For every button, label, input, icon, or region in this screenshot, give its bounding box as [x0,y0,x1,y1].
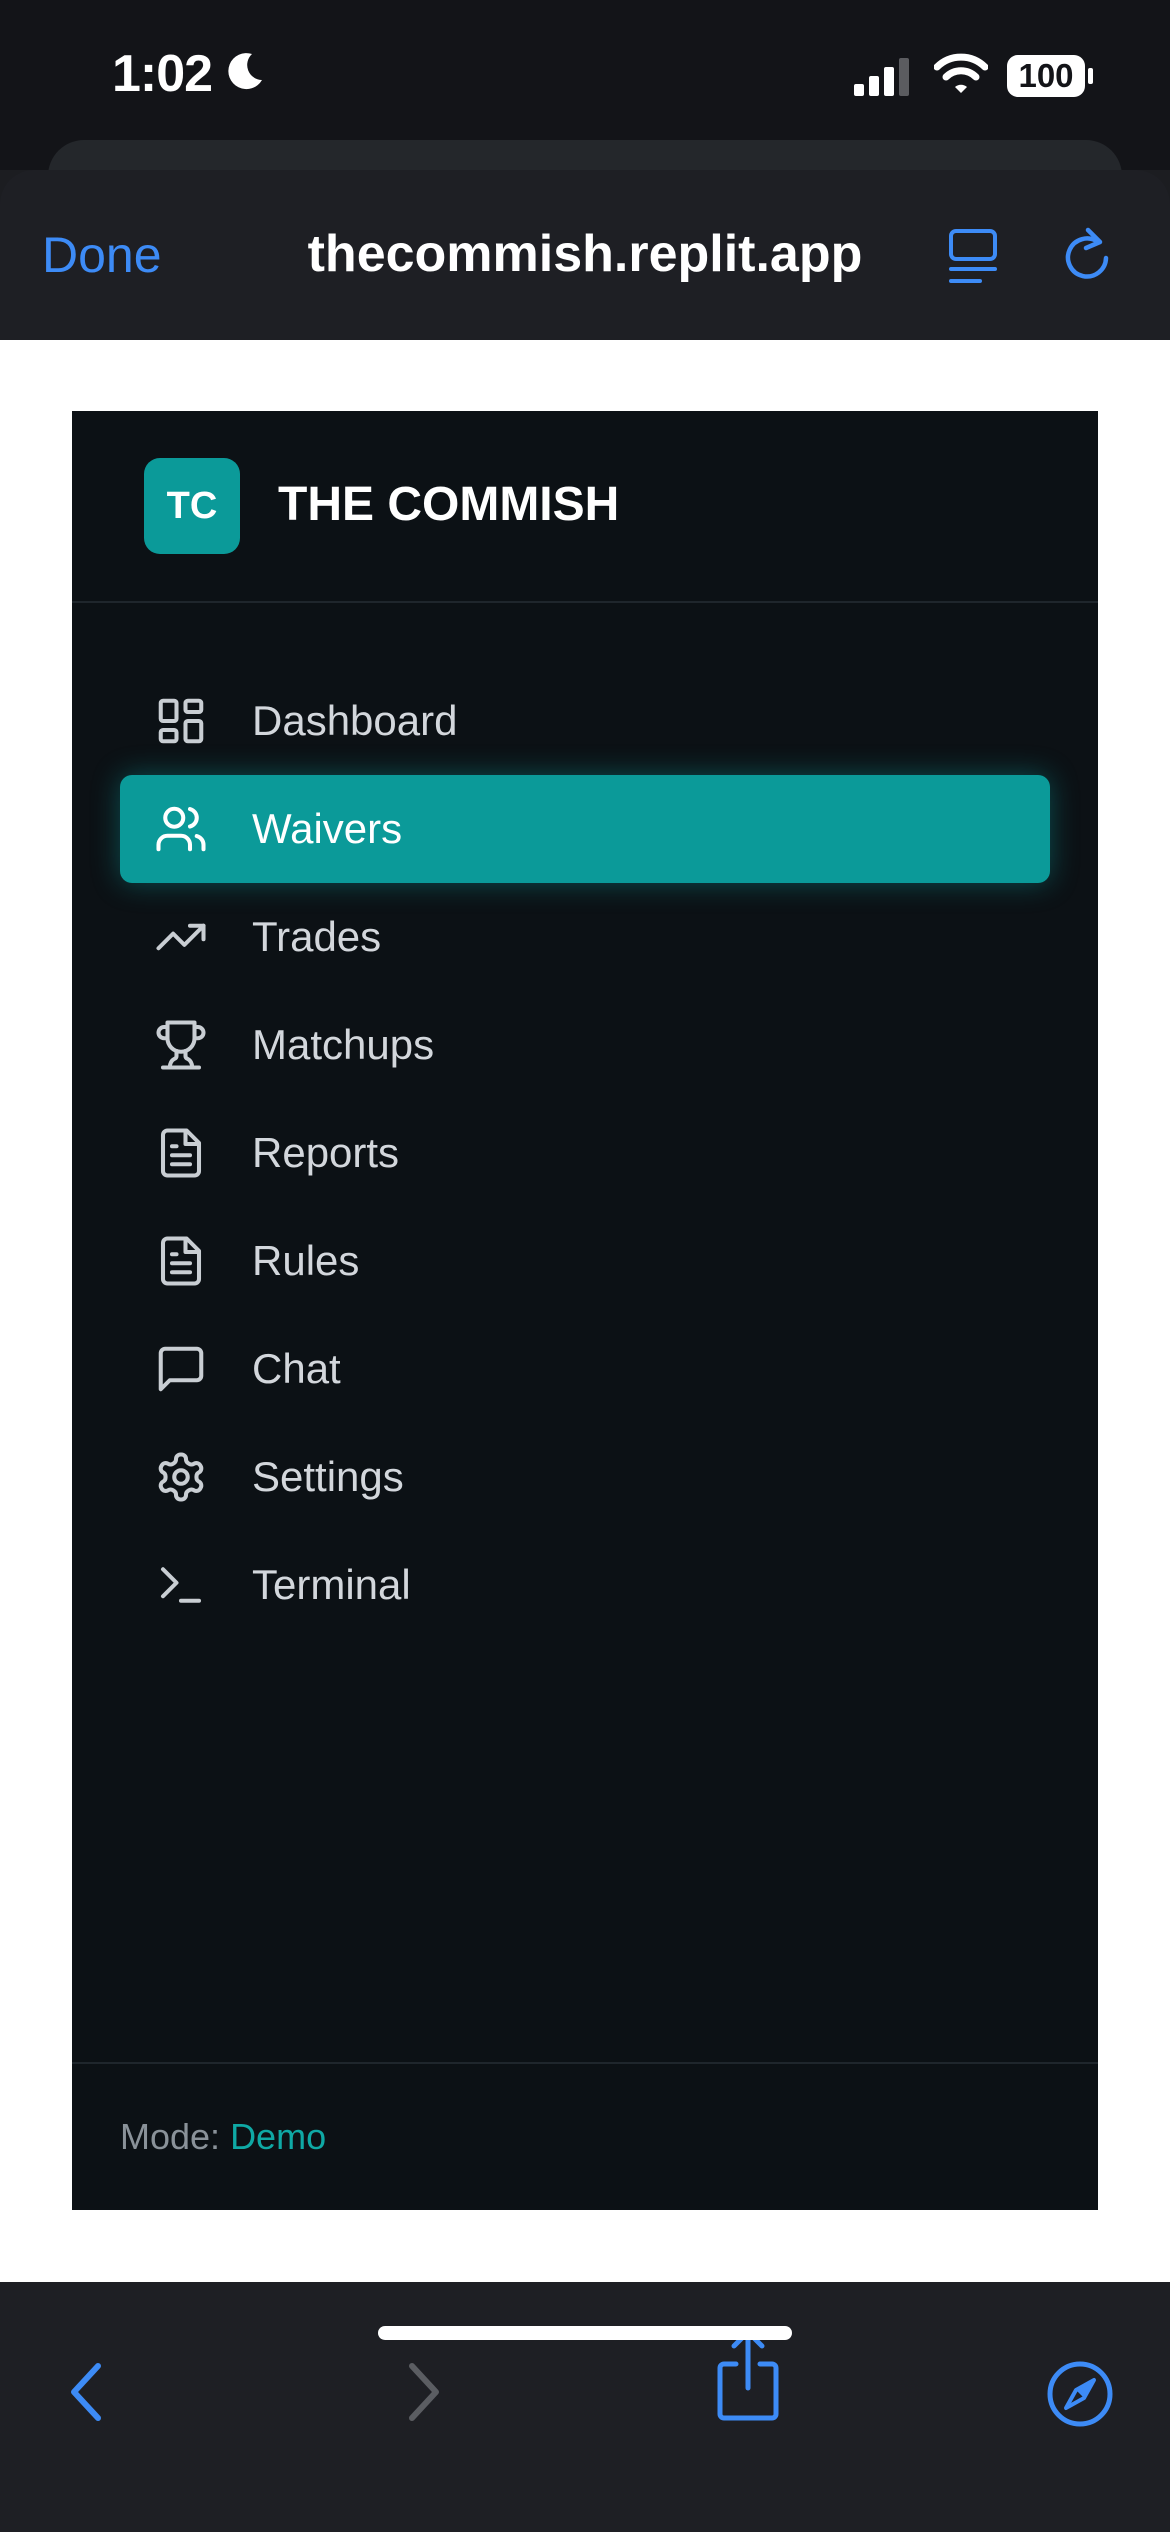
mode-label: Mode: [120,2116,231,2157]
browser-top-bar: Done thecommish.replit.app [0,170,1170,340]
dashboard-icon [158,698,204,744]
sidebar-item-label: Dashboard [252,697,458,744]
mode-value: Demo [230,2116,327,2157]
browser-bottom-toolbar [0,2282,1170,2532]
mode-indicator: Mode: Demo [120,2116,326,2158]
sidebar-item-label: Reports [252,1129,400,1176]
file-text-icon [160,1128,202,1178]
home-indicator [378,2326,792,2340]
web-content: TC THE COMMISH Dashboard Waivers Trades … [0,340,1170,2282]
back-arrow-icon[interactable] [66,2360,106,2424]
sidebar: TC THE COMMISH Dashboard Waivers Trades … [72,411,1098,2210]
message-square-icon [158,1346,204,1392]
sidebar-item-label: Trades [252,913,382,960]
sidebar-item-rules[interactable]: Rules [120,1207,1050,1315]
sidebar-item-label: Rules [252,1237,360,1284]
users-icon [156,806,206,852]
sidebar-item-label: Settings [252,1453,404,1500]
forward-arrow-icon[interactable] [404,2360,444,2424]
sidebar-nav: Dashboard Waivers Trades Matchups Report… [72,667,1098,1639]
sidebar-item-chat[interactable]: Chat [120,1315,1050,1423]
sidebar-header: TC THE COMMISH [72,411,1098,603]
trophy-icon [156,1020,206,1070]
logo-badge: TC [144,458,240,554]
wifi-icon [934,53,988,93]
sidebar-item-label: Terminal [252,1561,411,1608]
battery-indicator: 100 [1006,54,1096,103]
moon-icon [228,53,262,90]
sidebar-item-reports[interactable]: Reports [120,1099,1050,1207]
battery-level: 100 [1018,57,1074,94]
sidebar-item-label: Waivers [252,805,403,852]
reader-mode-icon[interactable] [948,228,998,286]
sidebar-item-label: Chat [252,1345,341,1392]
sidebar-item-dashboard[interactable]: Dashboard [120,667,1050,775]
terminal-icon [160,1567,202,1603]
sidebar-item-trades[interactable]: Trades [120,883,1050,991]
sidebar-item-waivers[interactable]: Waivers [120,775,1050,883]
reload-icon[interactable] [1062,224,1112,284]
sidebar-item-terminal[interactable]: Terminal [120,1531,1050,1639]
sidebar-item-matchups[interactable]: Matchups [120,991,1050,1099]
sidebar-footer: Mode: Demo [72,2062,1098,2212]
app-name: THE COMMISH [278,478,620,531]
trending-up-icon [156,923,206,951]
sidebar-item-label: Matchups [252,1021,435,1068]
status-time: 1:02 [112,45,213,103]
file-text-icon [160,1236,202,1286]
sidebar-item-settings[interactable]: Settings [120,1423,1050,1531]
cellular-signal-icon [854,58,909,96]
share-icon[interactable] [716,2326,780,2424]
gear-icon [158,1452,204,1502]
compass-icon[interactable] [1046,2360,1114,2428]
